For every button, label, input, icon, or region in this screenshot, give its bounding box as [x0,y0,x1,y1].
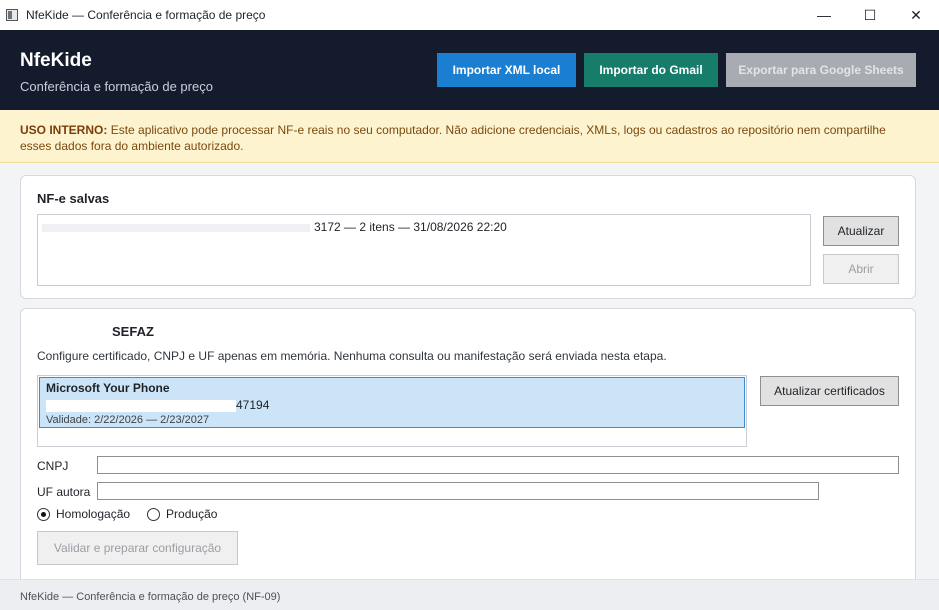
uf-field[interactable] [97,482,819,500]
saved-nfe-list[interactable]: 3172 — 2 itens — 31/08/2026 22:20 [37,214,811,286]
sefaz-title: SEFAZ [112,324,154,339]
window-title: NfeKide — Conferência e formação de preç… [26,8,266,22]
list-item[interactable]: 3172 — 2 itens — 31/08/2026 22:20 [42,220,507,234]
open-button[interactable]: Abrir [823,254,899,284]
status-bar: NfeKide — Conferência e formação de preç… [0,579,939,610]
producao-radio[interactable] [147,507,161,521]
uf-label: UF autora [37,485,91,499]
redacted-text [46,399,236,412]
homologacao-label[interactable]: Homologação [56,507,130,521]
certificate-item[interactable]: Microsoft Your Phone 47194 Validade: 2/2… [39,377,745,428]
app-name: NfeKide [20,50,92,71]
list-item-text: 3172 — 2 itens — 31/08/2026 22:20 [314,220,507,234]
window-title-bar: NfeKide — Conferência e formação de preç… [0,0,939,30]
app-window-icon [6,9,18,21]
saved-nfe-panel: NF-e salvas 3172 — 2 itens — 31/08/2026 … [20,175,916,299]
sefaz-description: Configure certificado, CNPJ e UF apenas … [37,349,667,363]
certificate-name: Microsoft Your Phone [46,381,170,395]
certificate-list[interactable]: Microsoft Your Phone 47194 Validade: 2/2… [37,375,747,447]
sefaz-panel: SEFAZ Configure certificado, CNPJ e UF a… [20,308,916,588]
homologacao-radio[interactable] [37,507,50,521]
import-xml-button[interactable]: Importar XML local [437,53,576,87]
close-icon[interactable]: ✕ [893,0,939,30]
maximize-icon[interactable]: ☐ [847,0,893,30]
app-header: NfeKide Conferência e formação de preço … [0,30,939,110]
refresh-certificates-button[interactable]: Atualizar certificados [760,376,899,406]
cnpj-field[interactable] [97,456,899,474]
internal-use-warning: USO INTERNO: Este aplicativo pode proces… [0,110,939,163]
minimize-icon[interactable]: — [801,0,847,30]
export-sheets-button[interactable]: Exportar para Google Sheets [726,53,916,87]
import-gmail-button[interactable]: Importar do Gmail [584,53,718,87]
warning-label: USO INTERNO: [20,123,108,137]
refresh-button[interactable]: Atualizar [823,216,899,246]
certificate-serial: 47194 [46,398,738,412]
certificate-validity: Validade: 2/22/2026 — 2/23/2027 [46,414,210,426]
producao-label[interactable]: Produção [166,507,217,521]
redacted-text [42,223,310,232]
validate-config-button[interactable]: Validar e preparar configuração [37,531,238,565]
environment-radio-group: Homologação Produção [37,507,234,521]
cnpj-label: CNPJ [37,459,69,473]
warning-text: Este aplicativo pode processar NF-e reai… [20,123,886,153]
window-controls: — ☐ ✕ [801,0,939,30]
saved-nfe-title: NF-e salvas [37,191,110,206]
app-subtitle: Conferência e formação de preço [20,79,213,94]
